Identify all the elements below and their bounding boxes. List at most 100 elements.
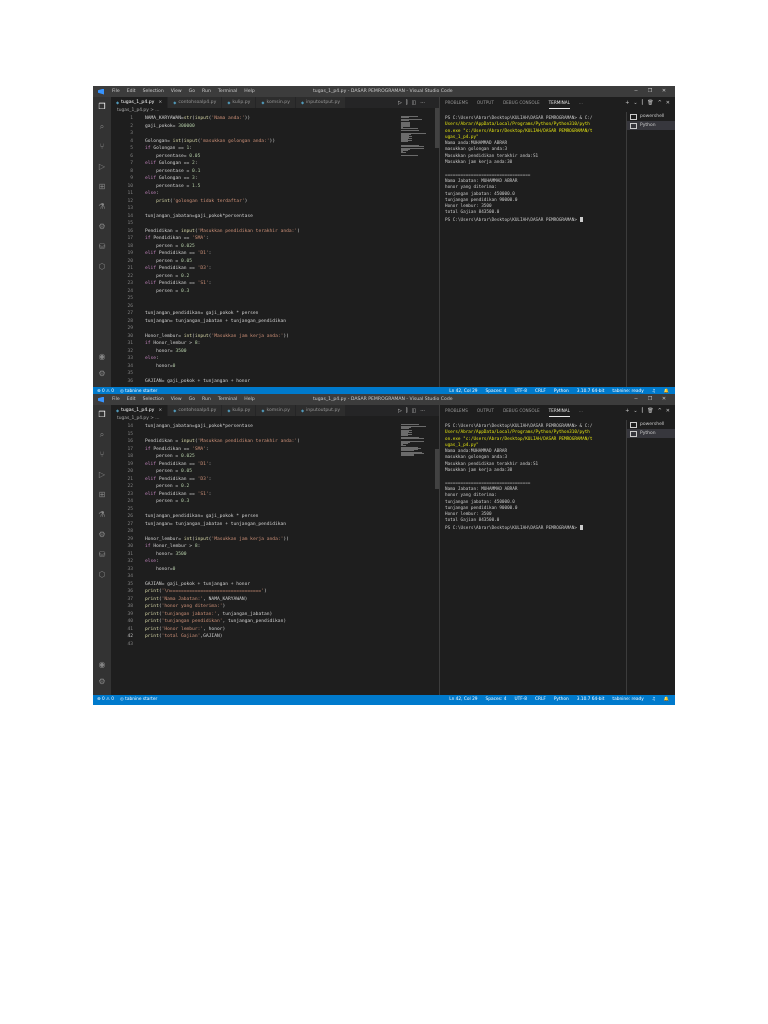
language-mode[interactable]: Python	[554, 697, 569, 702]
menu-edit[interactable]: Edit	[127, 397, 136, 402]
cursor-position[interactable]: Ln 42, Col 29	[449, 697, 477, 702]
code-line[interactable]: 22 persen = 0.2	[111, 483, 401, 491]
minimap[interactable]	[401, 116, 429, 156]
code-line[interactable]: 12 print('golongan tidak terdaftar')	[111, 198, 401, 206]
database-icon[interactable]: ⛁	[97, 550, 107, 560]
feedback-icon[interactable]: ♫	[652, 697, 656, 702]
code-line[interactable]: 29	[111, 325, 401, 333]
close-panel-icon[interactable]: ✕	[666, 100, 670, 106]
code-line[interactable]: 20 persen = 0.05	[111, 258, 401, 266]
code-line[interactable]: 23 elif Pendidikan == 'S1':	[111, 280, 401, 288]
tab-output[interactable]: OUTPUT	[477, 408, 494, 416]
terminal-output[interactable]: PS C:\Users\Abrar\Desktop\KULIAH\DASAR P…	[445, 424, 625, 531]
code-line[interactable]: 36 print('\n=============================…	[111, 588, 401, 596]
panel-more-tabs[interactable]: ...	[579, 408, 583, 416]
menu-selection[interactable]: Selection	[143, 397, 164, 402]
terminal-item-python[interactable]: Python	[627, 429, 675, 438]
menu-selection[interactable]: Selection	[143, 89, 164, 94]
code-line[interactable]: 16 Pendidikan = input('Masukkan pendidika…	[111, 228, 401, 236]
code-line[interactable]: 29 Honor_lembur= int(input('Masukkan jam …	[111, 536, 401, 544]
close-tab-icon[interactable]: ×	[158, 408, 162, 413]
code-editor[interactable]: 14 tunjangan_jabatan=gaji_pokok*persentas…	[111, 423, 401, 693]
code-line[interactable]: 24 persen = 0.3	[111, 288, 401, 296]
code-line[interactable]: 7 elif Golongan == 2:	[111, 160, 401, 168]
testing-icon[interactable]: ⚗	[97, 510, 107, 520]
code-line[interactable]: 30 if Honor_lembur > 8:	[111, 543, 401, 551]
menu-help[interactable]: Help	[244, 89, 254, 94]
tab-terminal[interactable]: TERMINAL	[548, 100, 570, 109]
code-line[interactable]: 13	[111, 205, 401, 213]
tab-tugas-1-p4[interactable]: ◆ tugas_1_p4.py ×	[111, 97, 169, 108]
panel-more-tabs[interactable]: ...	[579, 100, 583, 108]
menu-help[interactable]: Help	[244, 397, 254, 402]
code-line[interactable]: 2 gaji_pokok= 300000	[111, 123, 401, 131]
maximize-panel-icon[interactable]: ^	[658, 408, 662, 414]
tab-problems[interactable]: PROBLEMS	[445, 408, 468, 416]
code-line[interactable]: 35	[111, 370, 401, 378]
code-line[interactable]: 42 print('total Gajian',GAJIAN)	[111, 633, 401, 641]
tab-inputoutput[interactable]: ◆ inputoutput.py	[295, 97, 347, 108]
code-line[interactable]: 10 persentase = 1.5	[111, 183, 401, 191]
menu-view[interactable]: View	[171, 89, 182, 94]
code-line[interactable]: 19 elif Pendidikan == 'D1':	[111, 461, 401, 469]
code-line[interactable]: 21 elif Pendidikan == 'D3':	[111, 265, 401, 273]
code-line[interactable]: 14 tunjangan_jabatan=gaji_pokok*persentas…	[111, 213, 401, 221]
line-ending[interactable]: CRLF	[535, 697, 546, 702]
settings-gear-icon[interactable]: ⚙	[97, 677, 107, 687]
run-debug-icon[interactable]: ▷	[97, 162, 107, 172]
tab-terminal[interactable]: TERMINAL	[548, 408, 570, 417]
restore-button[interactable]: ❐	[643, 396, 657, 402]
close-window-button[interactable]: ✕	[657, 396, 671, 402]
code-line[interactable]: 4 Golongan= int(input('masukkan golongan …	[111, 138, 401, 146]
code-line[interactable]: 6 persentase= 0.05	[111, 153, 401, 161]
account-icon[interactable]: ◉	[97, 660, 107, 670]
kill-terminal-icon[interactable]: 🗑	[647, 408, 653, 414]
code-line[interactable]: 3	[111, 130, 401, 138]
tab-problems[interactable]: PROBLEMS	[445, 100, 468, 108]
tab-tugas-1-p4[interactable]: ◆ tugas_1_p4.py ×	[111, 405, 169, 416]
tab-kulip[interactable]: ◆ kulip.py	[222, 97, 257, 108]
code-line[interactable]: 22 persen = 0.2	[111, 273, 401, 281]
more-actions-icon[interactable]: ⋯	[420, 100, 425, 106]
tab-kulip[interactable]: ◆ kulip.py	[222, 405, 257, 416]
code-line[interactable]: 36 GAJIAN= gaji_pokok + tunjangan + honor	[111, 378, 401, 386]
code-line[interactable]: 24 persen = 0.3	[111, 498, 401, 506]
remote-icon[interactable]: ⬡	[97, 262, 107, 272]
menu-go[interactable]: Go	[189, 89, 195, 94]
code-line[interactable]: 38 print('honor yang diterima:')	[111, 603, 401, 611]
code-line[interactable]: 32 honor= 3500	[111, 348, 401, 356]
code-line[interactable]: 19 elif Pendidikan == 'D1':	[111, 250, 401, 258]
python-icon[interactable]: ⚙	[97, 530, 107, 540]
breadcrumb[interactable]: tugas_1_p4.py > ...	[111, 416, 159, 423]
code-line[interactable]: 31 honor= 3500	[111, 551, 401, 559]
close-panel-icon[interactable]: ✕	[666, 408, 670, 414]
encoding[interactable]: UTF-8	[514, 697, 527, 702]
terminal-item-powershell[interactable]: powershell	[627, 420, 675, 429]
restore-button[interactable]: ❐	[643, 88, 657, 94]
close-window-button[interactable]: ✕	[657, 88, 671, 94]
code-line[interactable]: 11 else:	[111, 190, 401, 198]
code-editor[interactable]: 1 NAMA_KARYAWAN=str(input('Nama anda:')) 2…	[111, 115, 401, 385]
code-line[interactable]: 41 print('Honor lembur:', honor)	[111, 626, 401, 634]
explorer-icon[interactable]: ❐	[97, 410, 107, 420]
tabnine-status[interactable]: ◎ tabnine starter	[120, 697, 157, 702]
tab-debug-console[interactable]: DEBUG CONSOLE	[503, 408, 540, 416]
code-line[interactable]: 33 else:	[111, 355, 401, 363]
scrollbar-thumb[interactable]	[435, 108, 439, 148]
menu-run[interactable]: Run	[202, 89, 211, 94]
extensions-icon[interactable]: ⊞	[97, 182, 107, 192]
code-line[interactable]: 28 tunjangan= tunjangan_jabatan + tunjang…	[111, 318, 401, 326]
account-icon[interactable]: ◉	[97, 352, 107, 362]
code-line[interactable]: 32 else:	[111, 558, 401, 566]
terminal-dropdown-icon[interactable]: ⌄	[633, 100, 637, 106]
search-icon[interactable]: ⌕	[97, 122, 107, 132]
code-line[interactable]: 18 persen = 0.025	[111, 243, 401, 251]
split-terminal-icon[interactable]: ⫿	[642, 408, 644, 414]
split-editor-icon[interactable]: ⫿	[406, 100, 408, 106]
code-line[interactable]: 31 if Honor_lembur > 8:	[111, 340, 401, 348]
breadcrumb[interactable]: tugas_1_p4.py > ...	[111, 108, 159, 115]
split-editor-icon[interactable]: ⫿	[406, 408, 408, 414]
code-line[interactable]: 33 honor=0	[111, 566, 401, 574]
menu-go[interactable]: Go	[189, 397, 195, 402]
menu-view[interactable]: View	[171, 397, 182, 402]
